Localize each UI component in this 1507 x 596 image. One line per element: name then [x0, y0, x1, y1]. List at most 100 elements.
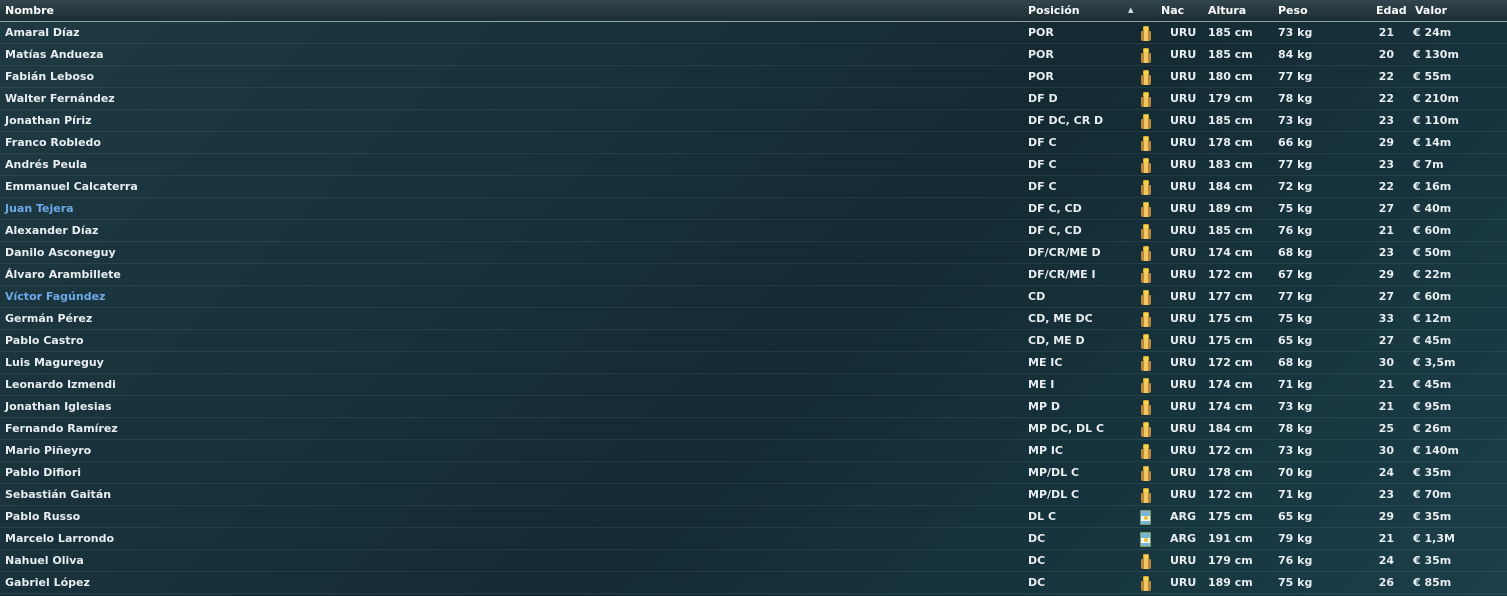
player-nationality[interactable]: URU — [1170, 110, 1196, 131]
table-row[interactable]: Matías Andueza POR URU 185 cm 84 kg 20 € 130m — [0, 44, 1507, 66]
player-name[interactable]: Andrés Peula — [5, 154, 87, 175]
uruguay-flag-icon[interactable] — [1140, 70, 1152, 85]
uruguay-flag-icon[interactable] — [1140, 290, 1152, 305]
player-nationality[interactable]: URU — [1170, 66, 1196, 87]
player-name[interactable]: Germán Pérez — [5, 308, 92, 329]
column-header-value[interactable]: Valor — [1415, 0, 1447, 21]
uruguay-flag-icon[interactable] — [1140, 312, 1152, 327]
table-row[interactable]: Alexander Díaz DF C, CD URU 185 cm 76 kg 21 € … — [0, 220, 1507, 242]
uruguay-flag-icon[interactable] — [1140, 268, 1152, 283]
player-name[interactable]: Álvaro Arambillete — [5, 264, 121, 285]
column-header-nationality[interactable]: Nac — [1161, 0, 1184, 21]
uruguay-flag-icon[interactable] — [1140, 466, 1152, 481]
player-name[interactable]: Mario Piñeyro — [5, 440, 91, 461]
table-row[interactable]: Marcelo Larrondo DC ARG 191 cm 79 kg 21 € 1,3M — [0, 528, 1507, 550]
column-header-age[interactable]: Edad — [1376, 0, 1407, 21]
uruguay-flag-icon[interactable] — [1140, 136, 1152, 151]
uruguay-flag-icon[interactable] — [1140, 378, 1152, 393]
uruguay-flag-icon[interactable] — [1140, 202, 1152, 217]
player-name[interactable]: Jonathan Píriz — [5, 110, 92, 131]
uruguay-flag-icon[interactable] — [1140, 554, 1152, 569]
player-nationality[interactable]: URU — [1170, 352, 1196, 373]
table-row[interactable]: Emmanuel Calcaterra DF C URU 184 cm 72 kg 22 €… — [0, 176, 1507, 198]
player-nationality[interactable]: URU — [1170, 308, 1196, 329]
player-nationality[interactable]: URU — [1170, 44, 1196, 65]
player-name[interactable]: Juan Tejera — [5, 198, 74, 219]
player-name[interactable]: Alexander Díaz — [5, 220, 98, 241]
table-row[interactable]: Leonardo Izmendi ME I URU 174 cm 71 kg 21 € 45… — [0, 374, 1507, 396]
table-row[interactable]: Walter Fernández DF D URU 179 cm 78 kg 22 € 21… — [0, 88, 1507, 110]
player-name[interactable]: Pablo Russo — [5, 506, 80, 527]
player-nationality[interactable]: URU — [1170, 550, 1196, 571]
column-header-weight[interactable]: Peso — [1278, 0, 1308, 21]
table-row[interactable]: Juan Tejera DF C, CD URU 189 cm 75 kg 27 € 40m — [0, 198, 1507, 220]
uruguay-flag-icon[interactable] — [1140, 114, 1152, 129]
player-nationality[interactable]: URU — [1170, 484, 1196, 505]
uruguay-flag-icon[interactable] — [1140, 576, 1152, 591]
player-name[interactable]: Franco Robledo — [5, 132, 101, 153]
player-name[interactable]: Nahuel Oliva — [5, 550, 84, 571]
table-row[interactable]: Jonathan Iglesias MP D URU 174 cm 73 kg 21 € 9… — [0, 396, 1507, 418]
player-name[interactable]: Pablo Castro — [5, 330, 84, 351]
player-nationality[interactable]: URU — [1170, 396, 1196, 417]
player-nationality[interactable]: URU — [1170, 176, 1196, 197]
uruguay-flag-icon[interactable] — [1140, 180, 1152, 195]
player-name[interactable]: Fabián Leboso — [5, 66, 94, 87]
column-header-position[interactable]: Posición — [1028, 0, 1080, 21]
player-name[interactable]: Amaral Díaz — [5, 22, 80, 43]
table-row[interactable]: Franco Robledo DF C URU 178 cm 66 kg 29 € 14m — [0, 132, 1507, 154]
table-row[interactable]: Pablo Difiori MP/DL C URU 178 cm 70 kg 24 € 35… — [0, 462, 1507, 484]
player-name[interactable]: Sebastián Gaitán — [5, 484, 111, 505]
uruguay-flag-icon[interactable] — [1140, 246, 1152, 261]
table-row[interactable]: Andrés Peula DF C URU 183 cm 77 kg 23 € 7m — [0, 154, 1507, 176]
table-row[interactable]: Víctor Fagúndez CD URU 177 cm 77 kg 27 € 60m — [0, 286, 1507, 308]
player-nationality[interactable]: URU — [1170, 154, 1196, 175]
uruguay-flag-icon[interactable] — [1140, 444, 1152, 459]
uruguay-flag-icon[interactable] — [1140, 422, 1152, 437]
column-header-name[interactable]: Nombre — [5, 0, 54, 21]
table-row[interactable]: Gabriel López DC URU 189 cm 75 kg 26 € 85m — [0, 572, 1507, 594]
table-row[interactable]: Fernando Ramírez MP DC, DL C URU 184 cm 78 k… — [0, 418, 1507, 440]
player-name[interactable]: Leonardo Izmendi — [5, 374, 116, 395]
player-name[interactable]: Víctor Fagúndez — [5, 286, 105, 307]
player-name[interactable]: Pablo Difiori — [5, 462, 81, 483]
uruguay-flag-icon[interactable] — [1140, 48, 1152, 63]
player-name[interactable]: Emmanuel Calcaterra — [5, 176, 138, 197]
uruguay-flag-icon[interactable] — [1140, 224, 1152, 239]
table-row[interactable]: Sebastián Gaitán MP/DL C URU 172 cm 71 kg 23 €… — [0, 484, 1507, 506]
player-name[interactable]: Danilo Asconeguy — [5, 242, 116, 263]
player-nationality[interactable]: URU — [1170, 418, 1196, 439]
player-nationality[interactable]: URU — [1170, 440, 1196, 461]
table-row[interactable]: Mario Piñeyro MP IC URU 172 cm 73 kg 30 € 140m — [0, 440, 1507, 462]
table-row[interactable]: Álvaro Arambillete DF/CR/ME I URU 172 cm 67 … — [0, 264, 1507, 286]
player-name[interactable]: Gabriel López — [5, 572, 90, 593]
player-name[interactable]: Fernando Ramírez — [5, 418, 118, 439]
table-row[interactable]: Germán Pérez CD, ME DC URU 175 cm 75 kg 33 € 1… — [0, 308, 1507, 330]
player-name[interactable]: Jonathan Iglesias — [5, 396, 112, 417]
player-nationality[interactable]: URU — [1170, 22, 1196, 43]
player-name[interactable]: Luis Magureguy — [5, 352, 104, 373]
uruguay-flag-icon[interactable] — [1140, 488, 1152, 503]
player-nationality[interactable]: URU — [1170, 132, 1196, 153]
player-nationality[interactable]: URU — [1170, 572, 1196, 593]
table-row[interactable]: Jonathan Píriz DF DC, CR D URU 185 cm 73 kg 2… — [0, 110, 1507, 132]
player-name[interactable]: Matías Andueza — [5, 44, 104, 65]
uruguay-flag-icon[interactable] — [1140, 400, 1152, 415]
column-header-height[interactable]: Altura — [1208, 0, 1246, 21]
uruguay-flag-icon[interactable] — [1140, 158, 1152, 173]
player-name[interactable]: Marcelo Larrondo — [5, 528, 114, 549]
argentina-flag-icon[interactable] — [1140, 510, 1152, 525]
player-nationality[interactable]: ARG — [1170, 528, 1196, 549]
table-row[interactable]: Pablo Castro CD, ME D URU 175 cm 65 kg 27 € 45… — [0, 330, 1507, 352]
uruguay-flag-icon[interactable] — [1140, 26, 1152, 41]
uruguay-flag-icon[interactable] — [1140, 92, 1152, 107]
player-nationality[interactable]: URU — [1170, 198, 1196, 219]
player-nationality[interactable]: URU — [1170, 462, 1196, 483]
table-row[interactable]: Luis Magureguy ME IC URU 172 cm 68 kg 30 € 3,5… — [0, 352, 1507, 374]
uruguay-flag-icon[interactable] — [1140, 334, 1152, 349]
player-nationality[interactable]: URU — [1170, 242, 1196, 263]
table-row[interactable]: Pablo Russo DL C ARG 175 cm 65 kg 29 € 35m — [0, 506, 1507, 528]
player-nationality[interactable]: URU — [1170, 374, 1196, 395]
player-name[interactable]: Walter Fernández — [5, 88, 115, 109]
player-nationality[interactable]: URU — [1170, 330, 1196, 351]
